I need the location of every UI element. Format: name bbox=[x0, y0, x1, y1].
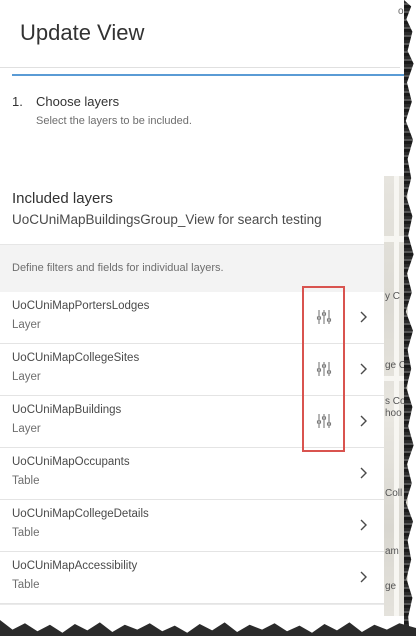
map-label: Coll bbox=[385, 488, 403, 499]
layer-type: Layer bbox=[12, 423, 41, 435]
layer-row[interactable]: UoCUniMapCollegeDetails Table bbox=[0, 500, 384, 552]
step-number: 1. bbox=[12, 94, 23, 109]
header-divider bbox=[0, 67, 400, 68]
panel-bottom-divider bbox=[0, 604, 384, 605]
torn-edge-bottom bbox=[0, 620, 416, 636]
layer-type: Table bbox=[12, 475, 40, 487]
page-title: Update View bbox=[20, 20, 145, 45]
layer-type: Layer bbox=[12, 371, 41, 383]
step-subtitle: Select the layers to be included. bbox=[36, 115, 192, 127]
layer-row[interactable]: UoCUniMapAccessibility Table bbox=[0, 552, 384, 604]
hint-bar: Define filters and fields for individual… bbox=[0, 244, 384, 292]
layer-row[interactable]: UoCUniMapOccupants Table bbox=[0, 448, 384, 500]
map-label: ge bbox=[385, 581, 397, 592]
step-progress-line bbox=[12, 74, 404, 76]
layer-name: UoCUniMapBuildings bbox=[12, 404, 122, 416]
map-label: s Co bbox=[385, 396, 406, 407]
map-label: ge C bbox=[385, 360, 407, 371]
torn-edge-right bbox=[404, 0, 414, 636]
layer-type: Layer bbox=[12, 319, 41, 331]
included-layers-subtitle: UoCUniMapBuildingsGroup_View for search … bbox=[12, 212, 322, 227]
chevron-right-icon[interactable] bbox=[359, 360, 369, 378]
step-title: Choose layers bbox=[36, 94, 120, 109]
included-layers-title: Included layers bbox=[12, 190, 113, 207]
layer-type: Table bbox=[12, 579, 40, 591]
chevron-right-icon[interactable] bbox=[359, 516, 369, 534]
layer-name: UoCUniMapCollegeSites bbox=[12, 352, 140, 364]
layer-name: UoCUniMapPortersLodges bbox=[12, 300, 150, 312]
chevron-right-icon[interactable] bbox=[359, 308, 369, 326]
layer-name: UoCUniMapCollegeDetails bbox=[12, 508, 149, 520]
layer-type: Table bbox=[12, 527, 40, 539]
hint-text: Define filters and fields for individual… bbox=[12, 262, 224, 274]
layer-name: UoCUniMapAccessibility bbox=[12, 560, 138, 572]
layer-name: UoCUniMapOccupants bbox=[12, 456, 130, 468]
chevron-right-icon[interactable] bbox=[359, 412, 369, 430]
map-label: hoo bbox=[385, 408, 402, 419]
filter-highlight-box bbox=[302, 286, 345, 452]
map-label: am bbox=[385, 546, 399, 557]
map-label: y C bbox=[385, 291, 400, 302]
chevron-right-icon[interactable] bbox=[359, 568, 369, 586]
chevron-right-icon[interactable] bbox=[359, 464, 369, 482]
